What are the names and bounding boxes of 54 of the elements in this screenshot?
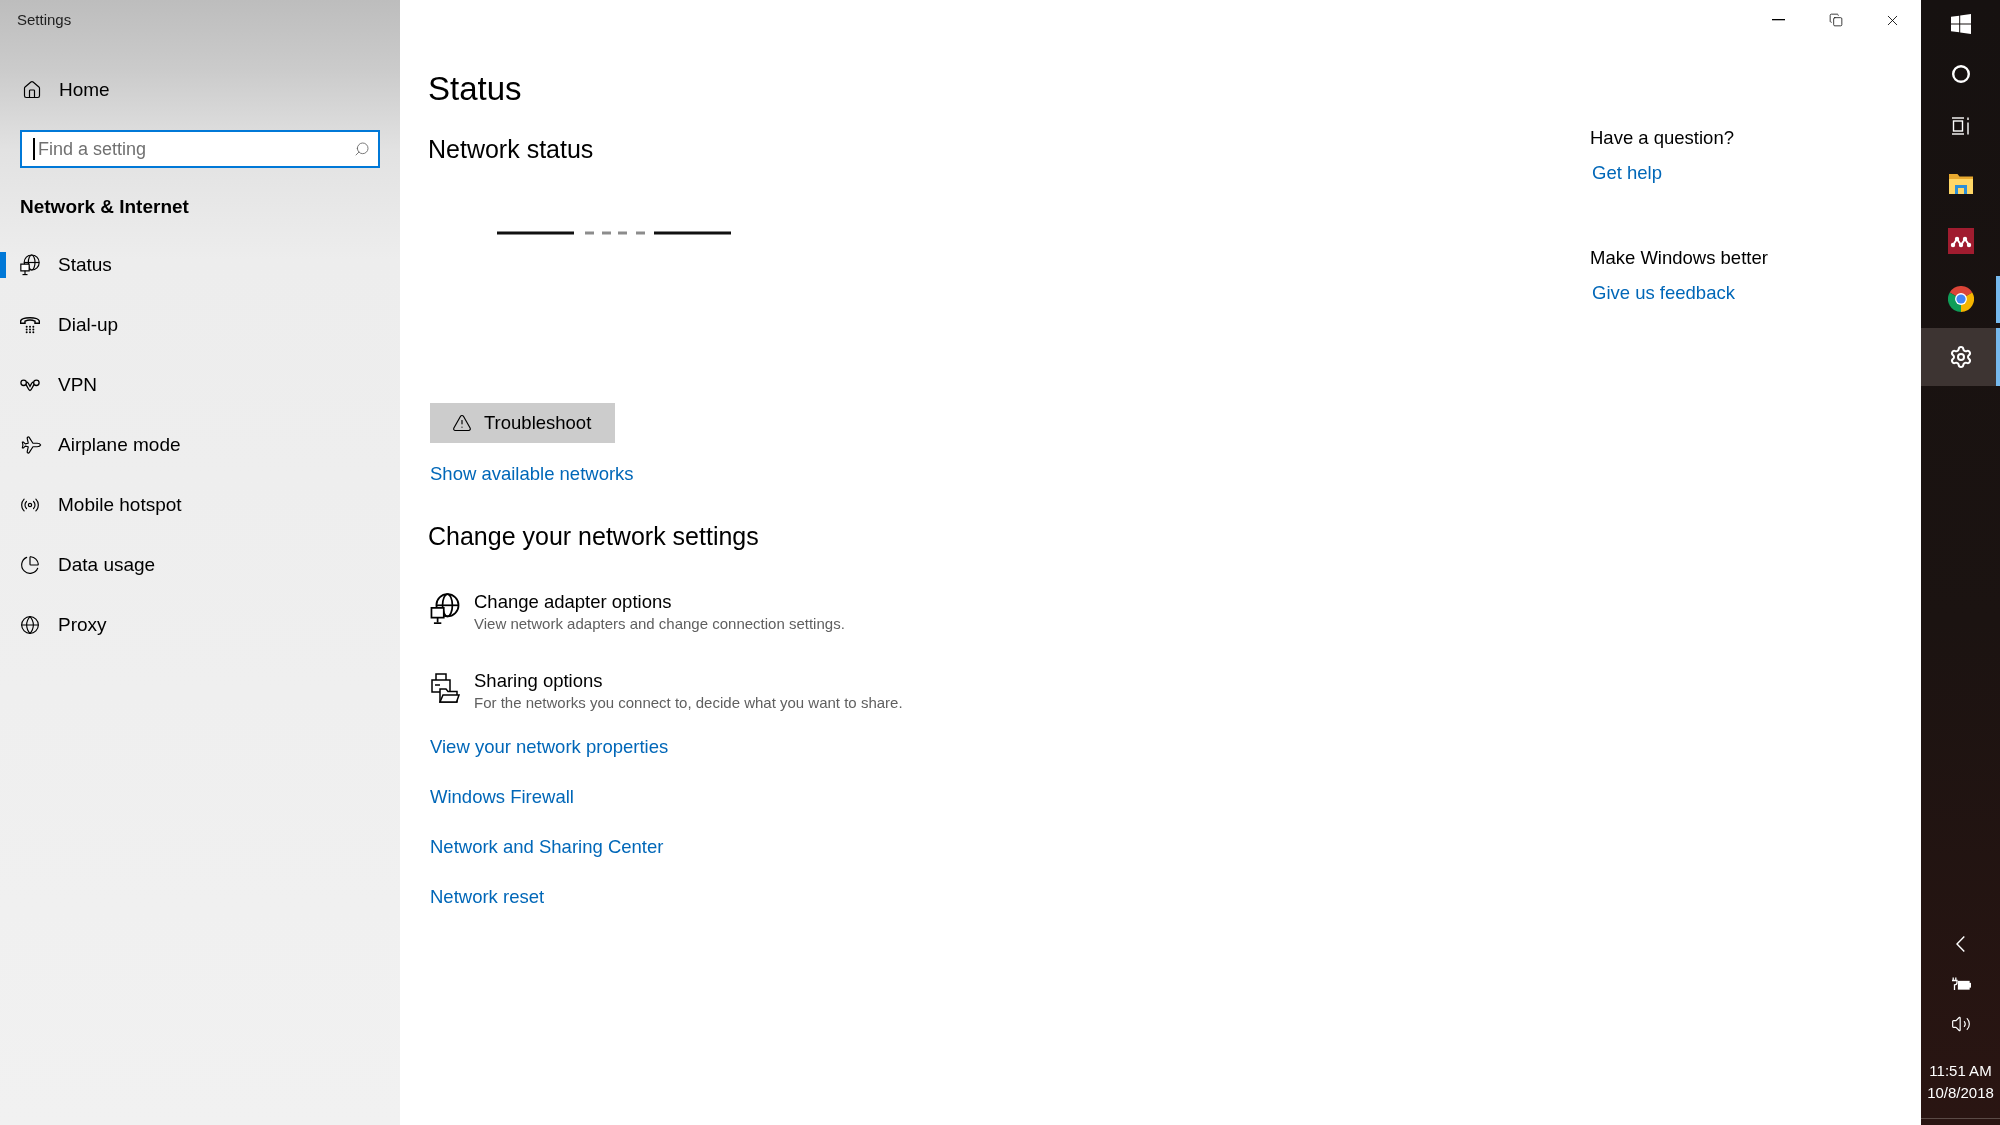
link[interactable]: Network and Sharing Center	[430, 834, 664, 860]
clock-date: 10/8/2018	[1927, 1083, 1994, 1103]
folder-icon	[1948, 172, 1973, 194]
search-field[interactable]: Find a setting	[20, 130, 380, 168]
sidebar-item[interactable]: Dial-up	[0, 295, 400, 355]
option-description: View network adapters and change connection settings.	[474, 614, 845, 634]
pie-chart-icon	[20, 555, 40, 575]
globe-icon	[20, 615, 40, 635]
section-title: Network & Internet	[20, 195, 189, 219]
home-button[interactable]: Home	[0, 60, 400, 120]
linked-circles-icon	[20, 378, 40, 392]
sidebar-item[interactable]: Status	[0, 235, 400, 295]
globe-monitor-icon	[430, 593, 460, 625]
minimize-icon	[1772, 19, 1785, 21]
sidebar-item[interactable]: Data usage	[0, 535, 400, 595]
help-heading: Have a question?	[1590, 126, 1734, 150]
globe-monitor-icon	[20, 254, 40, 276]
task-view-icon	[1950, 116, 1971, 135]
help-link[interactable]: Get help	[1592, 160, 1662, 186]
speaker-icon	[1950, 1014, 1971, 1034]
troubleshoot-button[interactable]: Troubleshoot	[430, 403, 616, 443]
battery-plug-icon	[1950, 977, 1971, 991]
restore-icon	[1828, 13, 1843, 27]
chrome-icon	[1947, 286, 1974, 312]
sidebar-item[interactable]: Mobile hotspot	[0, 475, 400, 535]
help-heading: Make Windows better	[1590, 246, 1768, 270]
phone-icon	[20, 316, 40, 334]
help-link[interactable]: Give us feedback	[1592, 280, 1735, 306]
page-title: Status	[428, 69, 522, 109]
link[interactable]: Windows Firewall	[430, 784, 574, 810]
chevron-left-icon	[1956, 936, 1965, 952]
sidebar-item[interactable]: Airplane mode	[0, 415, 400, 475]
option-link[interactable]: Sharing options	[474, 669, 603, 693]
warning-icon	[452, 413, 472, 433]
ring-icon	[1951, 64, 1970, 83]
windows-logo-icon	[1950, 14, 1971, 34]
app-tile-icon	[1947, 228, 1974, 254]
sidebar-item[interactable]: Proxy	[0, 595, 400, 655]
text-cursor	[33, 138, 35, 160]
window-title: Settings	[17, 10, 72, 30]
section-heading: Change your network settings	[428, 521, 759, 552]
link[interactable]: View your network properties	[430, 734, 669, 760]
home-icon	[22, 80, 42, 100]
option-link[interactable]: Change adapter options	[474, 590, 672, 614]
link[interactable]: Show available networks	[430, 461, 634, 487]
link[interactable]: Network reset	[430, 884, 545, 910]
gear-icon	[1948, 345, 1973, 369]
sidebar-item[interactable]: VPN	[0, 355, 400, 415]
search-icon	[354, 141, 370, 157]
option-description: For the networks you connect to, decide what you want to share.	[474, 693, 903, 713]
printer-folder-icon	[430, 672, 460, 704]
taskbar-app-button[interactable]	[1921, 328, 2000, 386]
clock-time: 11:51 AM	[1929, 1061, 1992, 1081]
section-heading: Network status	[428, 134, 594, 165]
